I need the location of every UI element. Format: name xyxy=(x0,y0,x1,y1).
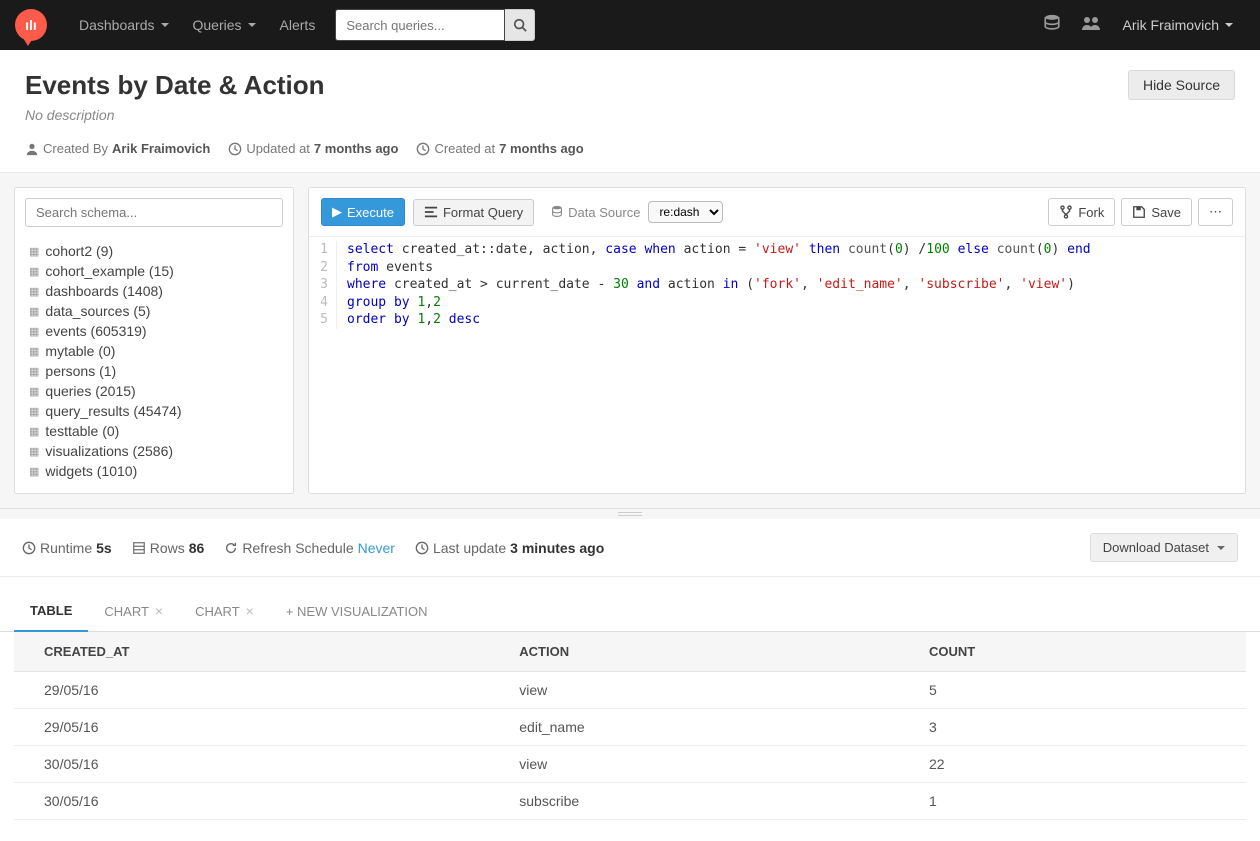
schema-table-item[interactable]: ▦mytable (0) xyxy=(29,341,279,361)
sql-editor[interactable]: 12345 select created_at::date, action, c… xyxy=(309,237,1245,489)
search-button[interactable] xyxy=(505,9,535,41)
created-by: Created By Arik Fraimovich xyxy=(25,141,210,156)
download-dataset-button[interactable]: Download Dataset xyxy=(1090,533,1238,562)
schema-table-item[interactable]: ▦events (605319) xyxy=(29,321,279,341)
editor-panel: ▶ Execute Format Query Data Source re:da… xyxy=(308,187,1246,494)
page-title: Events by Date & Action xyxy=(25,70,325,101)
schema-search-input[interactable] xyxy=(25,198,283,227)
column-header[interactable]: COUNT xyxy=(899,632,1246,672)
search-icon xyxy=(513,18,527,32)
search-input[interactable] xyxy=(335,9,505,41)
schema-panel: ▦cohort2 (9)▦cohort_example (15)▦dashboa… xyxy=(14,187,294,494)
column-header[interactable]: ACTION xyxy=(489,632,899,672)
row-count: Rows 86 xyxy=(132,540,205,556)
refresh-icon xyxy=(224,541,238,555)
more-button[interactable]: ⋯ xyxy=(1198,198,1233,226)
description: No description xyxy=(25,107,1235,123)
table-icon: ▦ xyxy=(29,365,39,378)
query-status-bar: Runtime 5s Rows 86 Refresh Schedule Neve… xyxy=(0,519,1260,577)
visualization-tabs: TABLE CHART× CHART× + NEW VISUALIZATION xyxy=(0,577,1260,632)
editor-toolbar: ▶ Execute Format Query Data Source re:da… xyxy=(309,188,1245,237)
column-header[interactable]: CREATED_AT xyxy=(14,632,489,672)
runtime: Runtime 5s xyxy=(22,540,112,556)
users-icon[interactable] xyxy=(1071,15,1111,36)
table-row: 29/05/16edit_name3 xyxy=(14,709,1246,746)
tab-table[interactable]: TABLE xyxy=(14,593,88,632)
last-update: Last update 3 minutes ago xyxy=(415,540,604,556)
nav-dashboards[interactable]: Dashboards xyxy=(67,17,181,33)
schema-table-item[interactable]: ▦query_results (45474) xyxy=(29,401,279,421)
table-row: 30/05/16view22 xyxy=(14,746,1246,783)
schema-table-item[interactable]: ▦queries (2015) xyxy=(29,381,279,401)
format-icon xyxy=(424,205,438,219)
updated-at: Updated at 7 months ago xyxy=(228,141,398,156)
fork-button[interactable]: Fork xyxy=(1048,198,1115,226)
nav-queries[interactable]: Queries xyxy=(181,17,268,33)
clock-icon xyxy=(228,142,242,156)
created-at: Created at 7 months ago xyxy=(416,141,583,156)
schema-table-item[interactable]: ▦persons (1) xyxy=(29,361,279,381)
table-icon: ▦ xyxy=(29,305,39,318)
table-row: 29/05/16view5 xyxy=(14,672,1246,709)
table-icon: ▦ xyxy=(29,245,39,258)
refresh-schedule[interactable]: Refresh Schedule Never xyxy=(224,540,395,556)
table-icon: ▦ xyxy=(29,425,39,438)
new-visualization-button[interactable]: + NEW VISUALIZATION xyxy=(270,594,444,631)
table-icon: ▦ xyxy=(29,345,39,358)
table-icon: ▦ xyxy=(29,325,39,338)
schema-list: ▦cohort2 (9)▦cohort_example (15)▦dashboa… xyxy=(15,237,293,493)
table-icon: ▦ xyxy=(29,445,39,458)
schema-table-item[interactable]: ▦data_sources (5) xyxy=(29,301,279,321)
table-row: 30/05/16subscribe1 xyxy=(14,783,1246,820)
schema-table-item[interactable]: ▦widgets (1010) xyxy=(29,461,279,481)
data-source-label: Data Source xyxy=(550,205,640,220)
clock-icon xyxy=(416,142,430,156)
close-icon[interactable]: × xyxy=(155,603,163,619)
fork-icon xyxy=(1059,205,1073,219)
save-button[interactable]: Save xyxy=(1121,198,1192,226)
save-icon xyxy=(1132,205,1146,219)
top-navbar: ılı Dashboards Queries Alerts Arik Fraim… xyxy=(0,0,1260,50)
clock-icon xyxy=(415,541,429,555)
results-table: CREATED_ATACTIONCOUNT 29/05/16view529/05… xyxy=(14,632,1246,820)
execute-button[interactable]: ▶ Execute xyxy=(321,198,405,226)
database-icon[interactable] xyxy=(1033,14,1071,37)
data-source-select[interactable]: re:dash xyxy=(648,201,723,223)
page-header: Events by Date & Action Hide Source No d… xyxy=(0,50,1260,173)
user-menu[interactable]: Arik Fraimovich xyxy=(1111,17,1245,33)
table-icon: ▦ xyxy=(29,405,39,418)
table-icon: ▦ xyxy=(29,465,39,478)
clock-icon xyxy=(22,541,36,555)
schema-table-item[interactable]: ▦dashboards (1408) xyxy=(29,281,279,301)
editor-area: ▦cohort2 (9)▦cohort_example (15)▦dashboa… xyxy=(0,173,1260,509)
hide-source-button[interactable]: Hide Source xyxy=(1128,70,1235,100)
close-icon[interactable]: × xyxy=(246,603,254,619)
schema-table-item[interactable]: ▦visualizations (2586) xyxy=(29,441,279,461)
table-icon: ▦ xyxy=(29,285,39,298)
table-icon: ▦ xyxy=(29,385,39,398)
logo[interactable]: ılı xyxy=(15,9,47,41)
database-icon xyxy=(550,205,564,219)
nav-alerts[interactable]: Alerts xyxy=(268,17,328,33)
format-button[interactable]: Format Query xyxy=(413,199,534,226)
schema-table-item[interactable]: ▦testtable (0) xyxy=(29,421,279,441)
table-icon: ▦ xyxy=(29,265,39,278)
rows-icon xyxy=(132,541,146,555)
schema-table-item[interactable]: ▦cohort2 (9) xyxy=(29,241,279,261)
tab-chart-2[interactable]: CHART× xyxy=(179,593,270,631)
user-icon xyxy=(25,142,39,156)
tab-chart-1[interactable]: CHART× xyxy=(88,593,179,631)
resize-handle[interactable] xyxy=(0,509,1260,519)
schema-table-item[interactable]: ▦cohort_example (15) xyxy=(29,261,279,281)
